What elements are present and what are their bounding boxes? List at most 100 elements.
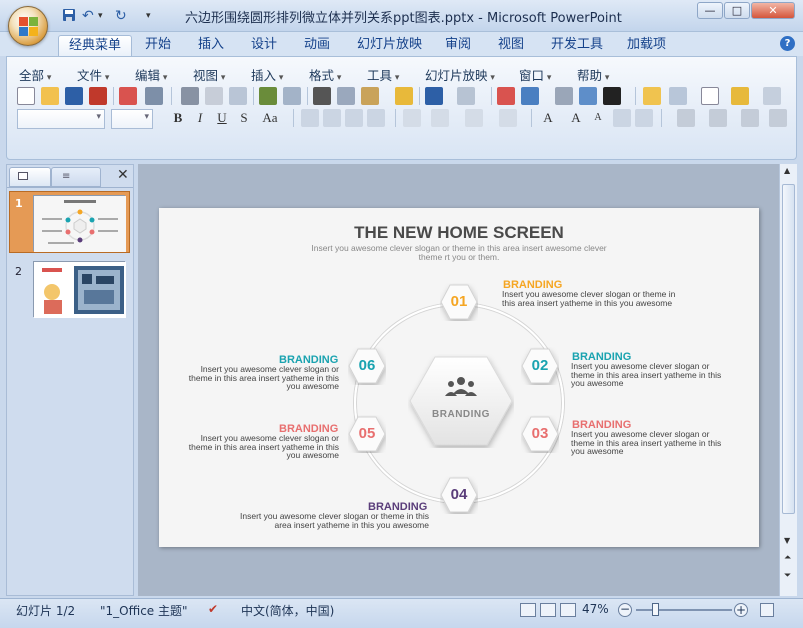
maximize-button[interactable]: □ bbox=[724, 2, 750, 19]
scrollbar-thumb[interactable] bbox=[782, 184, 795, 514]
hex-node-04[interactable]: 04 bbox=[440, 476, 478, 514]
next-slide-icon[interactable]: ⏷ bbox=[784, 572, 791, 581]
save-icon[interactable] bbox=[65, 87, 83, 105]
bullets-icon[interactable] bbox=[499, 109, 517, 127]
align-center-icon[interactable] bbox=[323, 109, 341, 127]
clip-art-icon[interactable] bbox=[555, 87, 573, 105]
email-icon[interactable] bbox=[119, 87, 137, 105]
menu-format[interactable]: 格式 bbox=[309, 65, 341, 84]
hex-node-03[interactable]: 03 bbox=[521, 415, 559, 453]
hex-node-02[interactable]: 02 bbox=[521, 347, 559, 385]
menu-help[interactable]: 帮助 bbox=[577, 65, 609, 84]
tab-design[interactable]: 设计 bbox=[241, 35, 287, 56]
tab-outline[interactable]: ≡ bbox=[51, 167, 101, 187]
tab-home[interactable]: 开始 bbox=[135, 35, 181, 56]
scroll-up-icon[interactable]: ▲ bbox=[784, 166, 790, 175]
hex-node-01[interactable]: 01 bbox=[440, 283, 478, 321]
center-hexagon[interactable] bbox=[408, 354, 514, 448]
hex-node-05[interactable]: 05 bbox=[348, 415, 386, 453]
picture-icon[interactable] bbox=[579, 87, 597, 105]
office-button[interactable] bbox=[8, 6, 48, 46]
normal-view-icon[interactable] bbox=[520, 603, 536, 617]
slide-title[interactable]: THE NEW HOME SCREEN bbox=[159, 223, 759, 243]
zoom-slider-track[interactable] bbox=[636, 609, 732, 611]
slide-sorter-icon[interactable] bbox=[540, 603, 556, 617]
research-icon[interactable] bbox=[283, 87, 301, 105]
tab-review[interactable]: 审阅 bbox=[435, 35, 481, 56]
numbering-icon[interactable] bbox=[465, 109, 483, 127]
item-04-text[interactable]: Insert you awesome clever slogan or them… bbox=[229, 512, 429, 529]
item-03-text[interactable]: Insert you awesome clever slogan or them… bbox=[571, 430, 733, 456]
new-document-icon[interactable] bbox=[17, 87, 35, 105]
customize-toolbar-icon[interactable]: ▾ bbox=[146, 8, 151, 24]
menu-all[interactable]: 全部 bbox=[19, 65, 51, 84]
help-icon[interactable]: ? bbox=[780, 36, 795, 51]
spelling-icon[interactable] bbox=[259, 87, 277, 105]
grow-font-icon[interactable]: A bbox=[539, 109, 557, 127]
align-left-icon[interactable] bbox=[301, 109, 319, 127]
vertical-scrollbar[interactable]: ▲ ▼ ⏶ ⏷ bbox=[779, 164, 797, 596]
chart-icon[interactable] bbox=[497, 87, 515, 105]
close-pane-icon[interactable]: ✕ bbox=[117, 167, 129, 183]
italic-button[interactable]: I bbox=[191, 109, 209, 127]
menu-file[interactable]: 文件 bbox=[77, 65, 109, 84]
permission-icon[interactable] bbox=[89, 87, 107, 105]
open-icon[interactable] bbox=[731, 87, 749, 105]
decrease-indent-icon[interactable] bbox=[613, 109, 631, 127]
layout-icon[interactable] bbox=[669, 87, 687, 105]
language-indicator[interactable]: 中文(简体，中国) bbox=[241, 602, 334, 619]
slide-icon[interactable] bbox=[229, 87, 247, 105]
tab-view[interactable]: 视图 bbox=[488, 35, 534, 56]
menu-insert[interactable]: 插入 bbox=[251, 65, 283, 84]
font-size-combo[interactable] bbox=[111, 109, 153, 129]
slide-subtitle[interactable]: Insert you awesome clever slogan or them… bbox=[309, 244, 609, 262]
menu-edit[interactable]: 编辑 bbox=[135, 65, 167, 84]
fit-to-window-icon[interactable] bbox=[760, 603, 774, 617]
scroll-down-icon[interactable]: ▼ bbox=[784, 536, 790, 545]
zoom-in-icon[interactable]: + bbox=[734, 603, 748, 617]
item-02-text[interactable]: Insert you awesome clever slogan or them… bbox=[571, 362, 733, 388]
table-icon[interactable] bbox=[521, 87, 539, 105]
columns-icon[interactable] bbox=[403, 109, 421, 127]
save-icon[interactable] bbox=[62, 8, 76, 24]
align-right-icon[interactable] bbox=[345, 109, 363, 127]
slide[interactable]: THE NEW HOME SCREEN Insert you awesome c… bbox=[159, 208, 759, 547]
tab-add-ins[interactable]: 加载项 bbox=[617, 35, 676, 56]
close-button[interactable]: ✕ bbox=[751, 2, 795, 19]
undo-dropdown-icon[interactable]: ▾ bbox=[98, 8, 103, 24]
slide-show-icon[interactable] bbox=[560, 603, 576, 617]
print-icon[interactable] bbox=[181, 87, 199, 105]
copy-icon[interactable] bbox=[337, 87, 355, 105]
undo-icon[interactable] bbox=[425, 87, 443, 105]
tab-insert[interactable]: 插入 bbox=[188, 35, 234, 56]
menu-window[interactable]: 窗口 bbox=[519, 65, 551, 84]
quick-styles-icon[interactable] bbox=[709, 109, 727, 127]
zoom-slider-handle[interactable] bbox=[652, 603, 659, 616]
cut-icon[interactable] bbox=[313, 87, 331, 105]
previous-slide-icon[interactable]: ⏶ bbox=[784, 554, 791, 563]
underline-button[interactable]: U bbox=[213, 109, 231, 127]
redo-icon[interactable] bbox=[457, 87, 475, 105]
tab-classic-menu[interactable]: 经典菜单 bbox=[58, 35, 133, 56]
find-icon[interactable] bbox=[763, 87, 781, 105]
print-preview-icon[interactable] bbox=[205, 87, 223, 105]
text-box-icon[interactable] bbox=[701, 87, 719, 105]
publish-icon[interactable] bbox=[145, 87, 163, 105]
decrease-font-icon[interactable]: A bbox=[589, 109, 607, 127]
menu-tools[interactable]: 工具 bbox=[367, 65, 399, 84]
format-painter-icon[interactable] bbox=[395, 87, 413, 105]
minimize-button[interactable]: — bbox=[697, 2, 723, 19]
item-06-text[interactable]: Insert you awesome clever slogan or them… bbox=[177, 365, 339, 391]
menu-view[interactable]: 视图 bbox=[193, 65, 225, 84]
tab-animations[interactable]: 动画 bbox=[294, 35, 340, 56]
bold-button[interactable]: B bbox=[169, 109, 187, 127]
zoom-level[interactable]: 47% bbox=[582, 602, 609, 616]
line-spacing-icon[interactable] bbox=[431, 109, 449, 127]
new-slide-icon[interactable] bbox=[643, 87, 661, 105]
hex-node-06[interactable]: 06 bbox=[348, 347, 386, 385]
color-grayscale-icon[interactable] bbox=[603, 87, 621, 105]
shape-fill-icon[interactable] bbox=[741, 109, 759, 127]
tab-developer[interactable]: 开发工具 bbox=[541, 35, 613, 56]
spell-check-icon[interactable]: ✔ bbox=[208, 602, 218, 616]
justify-icon[interactable] bbox=[367, 109, 385, 127]
